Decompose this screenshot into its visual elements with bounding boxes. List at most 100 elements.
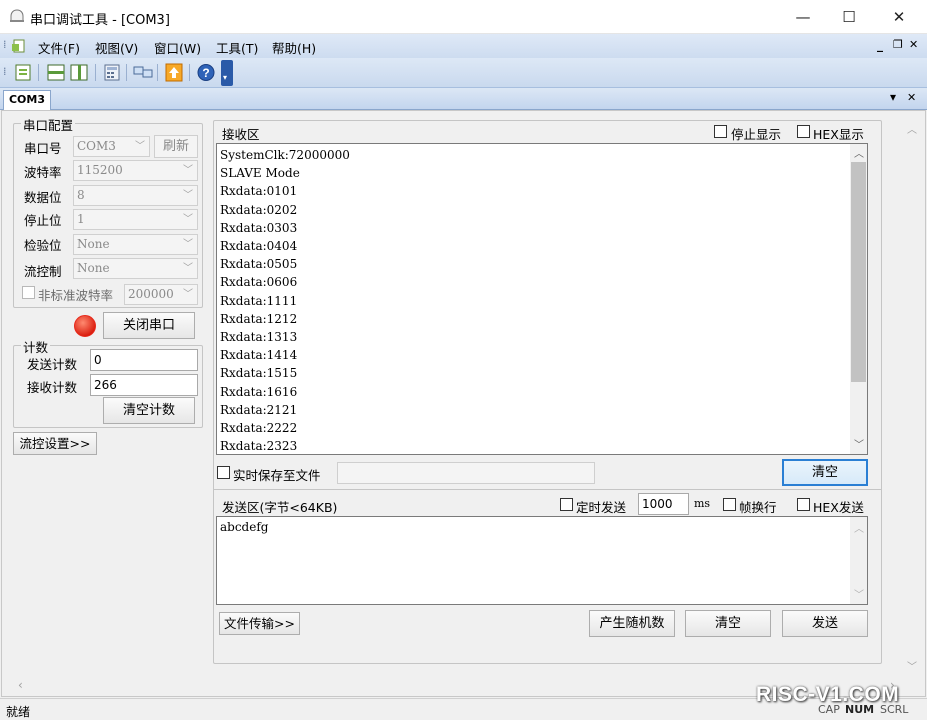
file-transfer-button[interactable]: 文件传输>> — [219, 612, 300, 635]
save-path-field[interactable] — [337, 462, 595, 484]
maximize-button[interactable]: ☐ — [826, 0, 872, 34]
receive-scrollbar[interactable]: ︿ ﹀ — [850, 144, 867, 454]
menu-file[interactable]: 文件(F) — [38, 38, 80, 57]
close-button[interactable]: ✕ — [876, 0, 922, 34]
minimize-button[interactable]: — — [780, 0, 826, 34]
scroll-down-icon[interactable]: ﹀ — [907, 658, 917, 673]
chevron-down-icon: ﹀ — [183, 190, 193, 201]
section-divider — [214, 489, 881, 490]
toolbar: ⁞ ? ▾ — [0, 58, 927, 88]
toolbar-separator — [95, 64, 96, 81]
flow-select[interactable]: None ﹀ — [73, 258, 198, 279]
parity-value: None — [77, 237, 110, 251]
send-text: abcdefg — [220, 520, 269, 534]
upload-icon[interactable] — [163, 62, 185, 83]
baud-label: 波特率 — [24, 165, 62, 180]
mdi-restore-button[interactable]: ❐ — [893, 38, 903, 51]
scroll-left-icon[interactable]: ‹ — [18, 678, 23, 692]
receive-line: SLAVE Mode — [220, 166, 300, 181]
parity-select[interactable]: None ﹀ — [73, 234, 198, 255]
interval-unit: ms — [694, 497, 711, 510]
flow-settings-button[interactable]: 流控设置>> — [13, 432, 97, 455]
receive-line: Rxdata:2222 — [220, 421, 298, 435]
scroll-down-icon[interactable]: ﹀ — [854, 586, 864, 601]
refresh-button[interactable]: 刷新 — [154, 135, 198, 158]
toolbar-separator — [38, 64, 39, 81]
grip-icon: ⁞ — [3, 38, 7, 51]
toolbar-overflow-button[interactable]: ▾ — [221, 60, 233, 86]
toolbar-separator — [189, 64, 190, 81]
scroll-down-icon[interactable]: ﹀ — [854, 436, 864, 451]
receive-line: Rxdata:0505 — [220, 257, 298, 272]
save-to-file-checkbox[interactable] — [217, 466, 230, 479]
receive-scroll-thumb[interactable] — [851, 162, 866, 382]
interval-field[interactable]: 1000 — [638, 493, 689, 515]
port-status-light-icon — [74, 315, 96, 337]
scroll-up-icon[interactable]: ︿ — [907, 121, 917, 136]
receive-clear-button[interactable]: 清空 — [782, 459, 868, 486]
network-icon[interactable] — [132, 62, 154, 83]
hex-send-label: HEX发送 — [813, 500, 864, 515]
receive-line: Rxdata:1212 — [220, 311, 298, 326]
databits-select[interactable]: 8 ﹀ — [73, 185, 198, 206]
help-icon[interactable]: ? — [195, 62, 217, 83]
scroll-up-icon[interactable]: ︿ — [854, 145, 864, 160]
stop-display-checkbox[interactable] — [714, 125, 727, 138]
receive-line: Rxdata:1313 — [220, 330, 298, 344]
status-text: 就绪 — [6, 705, 31, 719]
tab-list-dropdown[interactable]: ▾ — [890, 90, 896, 104]
calculator-icon[interactable] — [101, 62, 123, 83]
mdi-minimize-button[interactable]: _ — [877, 38, 883, 52]
frame-newline-label: 帧换行 — [739, 500, 777, 515]
main-vertical-scrollbar[interactable]: ︿ ﹀ — [903, 118, 921, 678]
send-textarea[interactable]: abcdefg ︿ ﹀ — [216, 516, 868, 605]
receive-line: Rxdata:0101 — [220, 184, 298, 199]
random-button[interactable]: 产生随机数 — [589, 610, 675, 637]
menu-tools[interactable]: 工具(T) — [216, 38, 258, 57]
nonstd-baud-value: 200000 — [128, 287, 174, 301]
menu-help[interactable]: 帮助(H) — [272, 38, 316, 57]
scroll-up-icon[interactable]: ︿ — [854, 520, 864, 535]
app-icon — [10, 9, 24, 22]
send-count-field: 0 — [90, 349, 198, 371]
nonstd-baud-select[interactable]: 200000 ﹀ — [124, 284, 198, 305]
stopbits-select[interactable]: 1 ﹀ — [73, 209, 198, 230]
split-horizontal-icon[interactable] — [45, 62, 67, 83]
chevron-down-icon: ﹀ — [183, 289, 193, 300]
clear-count-button[interactable]: 清空计数 — [103, 397, 195, 424]
stopbits-label: 停止位 — [24, 213, 62, 228]
menu-bar: ⁞ 文件(F) 视图(V) 窗口(W) 工具(T) 帮助(H) _ ❐ ✕ — [0, 34, 927, 58]
receive-line: Rxdata:0202 — [220, 202, 298, 217]
frame-newline-checkbox[interactable] — [723, 498, 736, 511]
hex-display-checkbox[interactable] — [797, 125, 810, 138]
new-icon[interactable] — [12, 62, 34, 83]
receive-line: Rxdata:0303 — [220, 220, 298, 235]
send-count-label: 发送计数 — [27, 357, 78, 372]
close-port-button[interactable]: 关闭串口 — [103, 312, 195, 339]
menu-view[interactable]: 视图(V) — [95, 38, 138, 57]
port-select[interactable]: COM3 ﹀ — [73, 136, 150, 157]
split-vertical-icon[interactable] — [68, 62, 90, 83]
tab-close-button[interactable]: ✕ — [907, 91, 916, 104]
title-bar: 串口调试工具 - [COM3] — ☐ ✕ — [0, 0, 927, 34]
chevron-down-icon: ﹀ — [183, 239, 193, 250]
baud-select[interactable]: 115200 ﹀ — [73, 160, 198, 181]
receive-line: Rxdata:0404 — [220, 239, 298, 253]
databits-value: 8 — [77, 188, 85, 202]
receive-textarea[interactable]: SystemClk:72000000 SLAVE Mode Rxdata:0101 R… — [216, 143, 868, 455]
stop-display-label: 停止显示 — [731, 127, 782, 142]
hex-send-checkbox[interactable] — [797, 498, 810, 511]
document-icon — [12, 39, 25, 53]
menu-window[interactable]: 窗口(W) — [154, 38, 201, 57]
send-area-title: 发送区(字节<64KB) — [222, 500, 338, 515]
mdi-close-button[interactable]: ✕ — [909, 38, 918, 51]
send-clear-button[interactable]: 清空 — [685, 610, 771, 637]
send-button[interactable]: 发送 — [782, 610, 868, 637]
databits-label: 数据位 — [24, 190, 62, 205]
nonstd-baud-checkbox[interactable] — [22, 286, 35, 299]
port-label: 串口号 — [24, 141, 62, 156]
send-scrollbar[interactable]: ︿ ﹀ — [850, 517, 867, 604]
tab-com3[interactable]: COM3 — [3, 90, 51, 110]
timed-send-label: 定时发送 — [576, 500, 627, 515]
timed-send-checkbox[interactable] — [560, 498, 573, 511]
